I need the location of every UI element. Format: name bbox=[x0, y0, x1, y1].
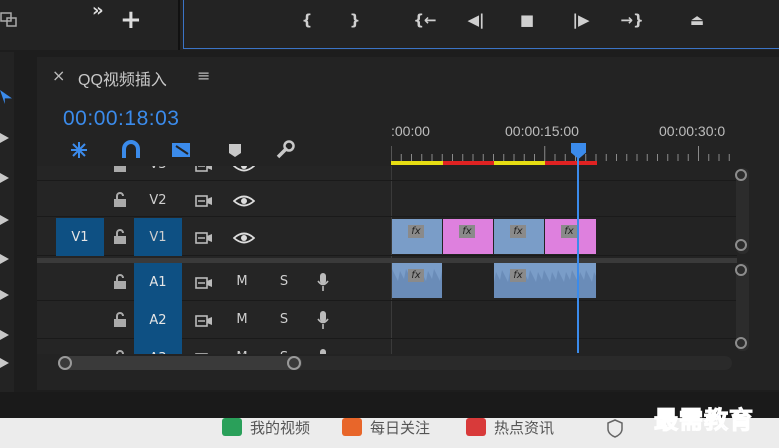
sync-lock-icon[interactable] bbox=[195, 313, 213, 327]
fx-badge-icon[interactable]: fx bbox=[510, 269, 526, 282]
track-target-a1[interactable]: A1 bbox=[134, 263, 182, 301]
step-back-button[interactable]: ◀| bbox=[464, 9, 488, 31]
track-target-v3[interactable]: V3 bbox=[134, 166, 182, 181]
track-target-v2[interactable]: V2 bbox=[134, 183, 182, 217]
audio-clip[interactable]: fx bbox=[494, 263, 596, 298]
render-bar-yellow-1 bbox=[391, 161, 443, 165]
sync-lock-icon[interactable] bbox=[195, 275, 213, 289]
linked-selection-icon[interactable] bbox=[120, 140, 142, 160]
track-lock-icon[interactable] bbox=[113, 166, 127, 173]
toggle-output-eye-icon[interactable] bbox=[232, 193, 256, 207]
fx-badge-icon[interactable]: fx bbox=[561, 225, 577, 238]
horizontal-scroll-handle-right[interactable] bbox=[287, 356, 301, 370]
wrench-icon[interactable] bbox=[274, 140, 296, 160]
sync-lock-icon[interactable] bbox=[195, 166, 213, 172]
solo-track-button[interactable]: S bbox=[276, 349, 292, 354]
toggle-output-eye-icon[interactable] bbox=[232, 230, 256, 244]
track-area: V3V2V1V1A1MSA2MSA3MS bbox=[37, 166, 737, 354]
taskbar-item[interactable]: 每日关注 bbox=[370, 418, 430, 438]
track-lock-icon[interactable] bbox=[113, 229, 127, 245]
audio-clip[interactable]: fx bbox=[392, 263, 442, 298]
video-clip[interactable]: fx bbox=[494, 219, 544, 254]
brand-watermark: 最需教育 bbox=[654, 405, 754, 435]
taskbar-item[interactable]: 我的视频 bbox=[250, 418, 310, 438]
track-lock-icon[interactable] bbox=[113, 192, 127, 208]
render-bar-yellow-2 bbox=[494, 161, 545, 165]
track-lock-icon[interactable] bbox=[113, 312, 127, 328]
video-clip[interactable]: fx bbox=[443, 219, 493, 254]
stop-button[interactable]: ■ bbox=[515, 9, 539, 31]
voice-over-mic-icon[interactable] bbox=[316, 272, 330, 292]
marker-icon[interactable] bbox=[226, 140, 244, 160]
audio-scroll-handle-bottom[interactable] bbox=[735, 337, 747, 349]
taskbar-item-icon[interactable] bbox=[222, 418, 242, 436]
time-ruler[interactable]: :00:00 00:00:15:00 00:00:30:0 bbox=[391, 118, 737, 164]
horizontal-scroll-handle-left[interactable] bbox=[58, 356, 72, 370]
panel-menu-icon[interactable]: ≡ bbox=[197, 66, 210, 85]
add-marker-icon-blue[interactable] bbox=[170, 140, 194, 160]
mark-in-button[interactable]: { bbox=[295, 9, 319, 31]
taskbar-shield-icon[interactable] bbox=[606, 418, 624, 438]
fx-badge-icon[interactable]: fx bbox=[510, 225, 526, 238]
solo-track-button[interactable]: S bbox=[276, 311, 292, 329]
toggle-output-eye-icon[interactable] bbox=[233, 166, 255, 172]
horizontal-scroll-thumb[interactable] bbox=[58, 356, 302, 370]
render-bar-red-1 bbox=[443, 161, 494, 165]
fx-badge-icon[interactable]: fx bbox=[459, 225, 475, 238]
track-target-a2[interactable]: A2 bbox=[134, 301, 182, 339]
sync-lock-icon[interactable] bbox=[195, 351, 213, 354]
render-bar-red-2 bbox=[545, 161, 597, 165]
go-to-in-button[interactable]: {← bbox=[413, 9, 437, 31]
track-target-a3[interactable]: A3 bbox=[134, 339, 182, 354]
mute-track-button[interactable]: M bbox=[234, 273, 250, 291]
sync-lock-icon[interactable] bbox=[195, 193, 213, 207]
track-lock-icon[interactable] bbox=[113, 274, 127, 290]
fx-badge-icon[interactable]: fx bbox=[408, 269, 424, 282]
transport-bar: {} {← ◀| ■ |▶ →} ⏏ bbox=[0, 0, 779, 40]
export-frame-button[interactable]: ⏏ bbox=[685, 9, 709, 31]
playhead-timecode[interactable]: 00:00:18:03 bbox=[63, 107, 179, 131]
step-forward-button[interactable]: |▶ bbox=[569, 9, 593, 31]
mute-track-button[interactable]: M bbox=[234, 311, 250, 329]
video-scroll-handle-bottom[interactable] bbox=[735, 239, 747, 251]
work-area-bar[interactable] bbox=[391, 161, 597, 165]
taskbar-item[interactable]: 热点资讯 bbox=[494, 418, 554, 438]
mute-track-button[interactable]: M bbox=[234, 349, 250, 354]
taskbar-item-icon[interactable] bbox=[466, 418, 486, 436]
solo-track-button[interactable]: S bbox=[276, 273, 292, 291]
fx-badge-icon[interactable]: fx bbox=[408, 225, 424, 238]
snap-icon[interactable] bbox=[68, 140, 90, 160]
voice-over-mic-icon[interactable] bbox=[316, 310, 330, 330]
panel-close-icon[interactable]: × bbox=[52, 66, 65, 85]
track-lock-icon[interactable] bbox=[113, 350, 127, 354]
go-to-out-button[interactable]: →} bbox=[620, 9, 644, 31]
voice-over-mic-icon[interactable] bbox=[316, 348, 330, 354]
video-clip[interactable]: fx bbox=[392, 219, 442, 254]
source-patch-v1[interactable]: V1 bbox=[56, 218, 104, 256]
ruler-ticks bbox=[391, 146, 730, 161]
video-scroll-handle-top[interactable] bbox=[735, 169, 747, 181]
video-clip[interactable]: fx bbox=[545, 219, 596, 254]
mark-out-button[interactable]: } bbox=[343, 9, 367, 31]
taskbar-item-icon[interactable] bbox=[342, 418, 362, 436]
sequence-tab-title[interactable]: QQ视频插入 bbox=[78, 66, 167, 90]
audio-scroll-handle-top[interactable] bbox=[735, 264, 747, 276]
track-target-v1[interactable]: V1 bbox=[134, 218, 182, 256]
sync-lock-icon[interactable] bbox=[195, 230, 213, 244]
playhead-line[interactable] bbox=[577, 158, 579, 353]
